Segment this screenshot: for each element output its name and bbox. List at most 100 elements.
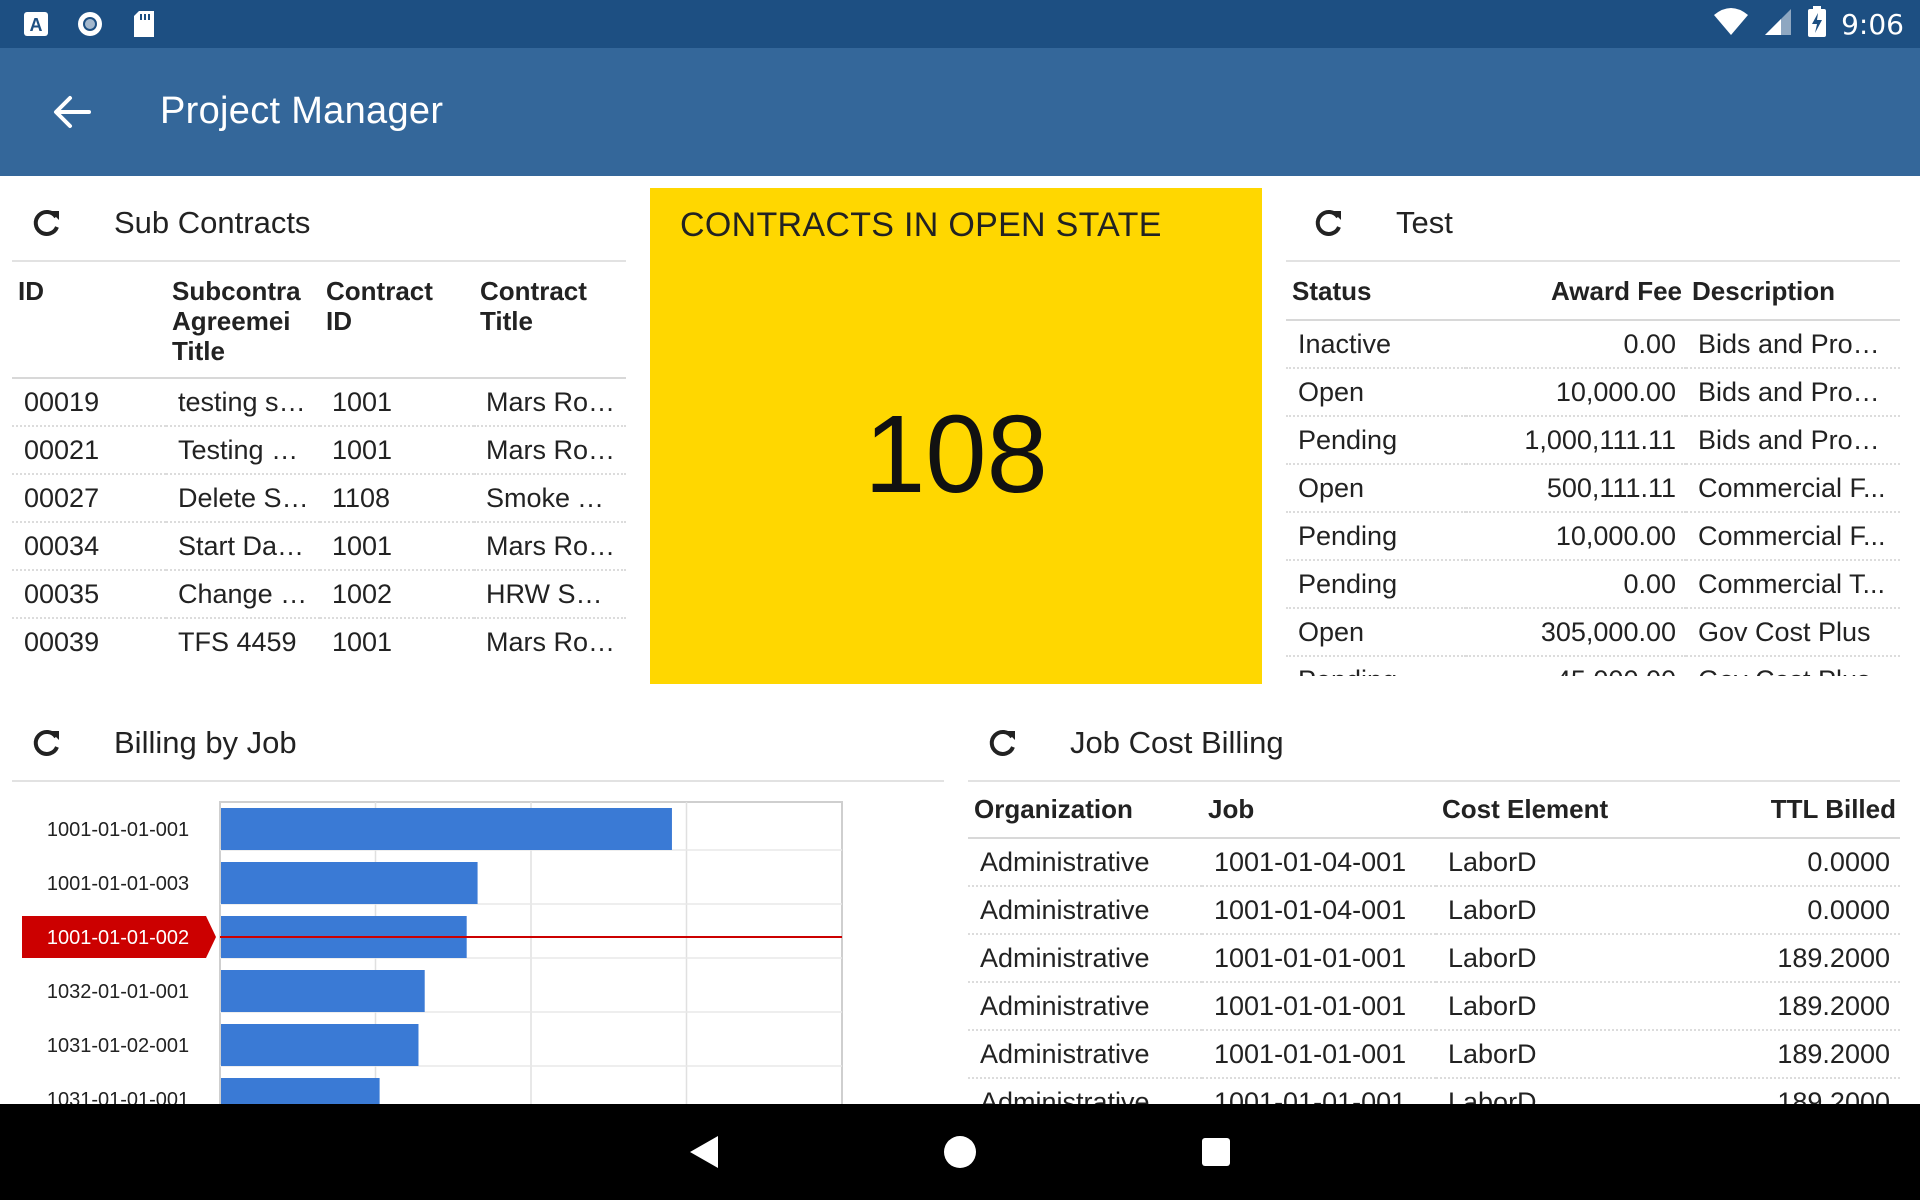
- column-header[interactable]: TTL Billed: [1670, 782, 1900, 838]
- status-bar: A 9:06: [0, 0, 1920, 48]
- table-cell: 00034: [12, 521, 166, 570]
- bar[interactable]: [221, 862, 478, 904]
- test-header: Test: [1282, 185, 1902, 261]
- category-label[interactable]: 1031-01-01-001: [47, 1089, 189, 1104]
- table-row[interactable]: Administrative 1001-01-01-001 LaborD 189.20…: [968, 1029, 1900, 1078]
- navigation-bar: [0, 1104, 1920, 1200]
- table-cell: 10,000.00: [1466, 367, 1686, 416]
- test-table-viewport[interactable]: Status Award Fee Description Inactive 0.00 B…: [1286, 264, 1900, 676]
- table-row[interactable]: 00019 testing su... 1001 Mars Rov...: [12, 377, 626, 426]
- table-row[interactable]: Administrative 1001-01-01-001 LaborD 189.20…: [968, 933, 1900, 982]
- divider: [12, 780, 944, 782]
- table-row[interactable]: Inactive 0.00 Bids and Prop...: [1286, 319, 1900, 368]
- table-cell: Mars Rov...: [474, 425, 626, 474]
- bar[interactable]: [221, 808, 672, 850]
- table-row[interactable]: Administrative 1001-01-01-001 LaborD 189.20…: [968, 981, 1900, 1030]
- table-cell: 1001-01-04-001: [1202, 837, 1436, 886]
- category-label[interactable]: 1001-01-01-003: [47, 873, 189, 895]
- table-row[interactable]: Pending 0.00 Commercial T...: [1286, 559, 1900, 608]
- table-row[interactable]: Administrative 1001-01-01-001 LaborD 189.20…: [968, 1077, 1900, 1104]
- table-cell: 00021: [12, 425, 166, 474]
- table-cell: Commercial F...: [1686, 463, 1900, 512]
- table-cell: 1001-01-01-001: [1202, 933, 1436, 982]
- table-cell: 189.2000: [1670, 1077, 1900, 1104]
- table-row[interactable]: 00034 Start Date... 1001 Mars Rov...: [12, 521, 626, 570]
- table-cell: 1001-01-01-001: [1202, 1029, 1436, 1078]
- bar[interactable]: [221, 1078, 380, 1104]
- table-row[interactable]: Administrative 1001-01-04-001 LaborD 0.0000: [968, 837, 1900, 886]
- table-cell: 1002: [320, 569, 474, 618]
- table-cell: Mars Rov...: [474, 377, 626, 426]
- table-header-row: Status Award Fee Description: [1286, 264, 1900, 320]
- job-cost-billing-title: Job Cost Billing: [1070, 725, 1284, 760]
- column-header[interactable]: Contract Title: [474, 264, 626, 378]
- category-label[interactable]: 1001-01-01-001: [47, 819, 189, 841]
- table-cell: LaborD: [1436, 1029, 1670, 1078]
- column-header[interactable]: Contract ID: [320, 264, 474, 378]
- table-header-row: ID Subcontra Agreemei Title Contract ID Con…: [12, 264, 626, 378]
- sub-contracts-title: Sub Contracts: [114, 205, 311, 240]
- table-row[interactable]: Pending 1,000,111.11 Bids and Prop...: [1286, 415, 1900, 464]
- table-cell: LaborD: [1436, 885, 1670, 934]
- nav-recents-button[interactable]: [1194, 1130, 1238, 1174]
- table-row[interactable]: Administrative 1001-01-04-001 LaborD 0.0000: [968, 885, 1900, 934]
- category-label[interactable]: 1032-01-01-001: [47, 981, 189, 1003]
- table-cell: 1001-01-04-001: [1202, 885, 1436, 934]
- refresh-icon: [33, 729, 59, 756]
- category-label[interactable]: 1031-01-02-001: [47, 1035, 189, 1057]
- table-row[interactable]: Open 500,111.11 Commercial F...: [1286, 463, 1900, 512]
- bar[interactable]: [221, 970, 425, 1012]
- table-cell: Commercial F...: [1686, 511, 1900, 560]
- nav-home-icon: [944, 1136, 976, 1168]
- table-cell: 00019: [12, 377, 166, 426]
- table-row[interactable]: 00035 Change C... 1002 HRW Ser...: [12, 569, 626, 618]
- nav-home-button[interactable]: [938, 1130, 982, 1174]
- sub-contracts-refresh-button[interactable]: [24, 200, 70, 246]
- table-row[interactable]: Open 305,000.00 Gov Cost Plus: [1286, 607, 1900, 656]
- table-cell: Bids and Prop...: [1686, 415, 1900, 464]
- bar[interactable]: [221, 1024, 419, 1066]
- divider: [1286, 260, 1900, 262]
- table-cell: testing su...: [166, 377, 320, 426]
- category-label[interactable]: 1001-01-01-002: [47, 927, 189, 949]
- column-header[interactable]: Subcontra Agreemei Title: [166, 264, 320, 378]
- job-cost-billing-table: Organization Job Cost Element TTL Billed Ad…: [968, 782, 1900, 1104]
- billing-refresh-button[interactable]: [24, 720, 70, 766]
- column-header[interactable]: Description: [1686, 264, 1900, 320]
- table-cell: 00027: [12, 473, 166, 522]
- table-header-row: Organization Job Cost Element TTL Billed: [968, 782, 1900, 838]
- circle-icon: [76, 10, 104, 38]
- table-row[interactable]: 00021 Testing su... 1001 Mars Rov...: [12, 425, 626, 474]
- table-cell: 0.00: [1466, 319, 1686, 368]
- billing-by-job-header: Billing by Job: [0, 705, 944, 781]
- column-header[interactable]: Job: [1202, 782, 1436, 838]
- table-row[interactable]: 00027 Delete Su... 1108 Smoke Te...: [12, 473, 626, 522]
- refresh-icon: [989, 729, 1015, 756]
- back-button[interactable]: [46, 86, 98, 138]
- column-header[interactable]: Award Fee: [1466, 264, 1686, 320]
- table-cell: 0.0000: [1670, 885, 1900, 934]
- nav-back-button[interactable]: [682, 1130, 726, 1174]
- column-header[interactable]: Organization: [968, 782, 1202, 838]
- kpi-value: 108: [864, 392, 1048, 516]
- table-row[interactable]: 00039 TFS 4459 1001 Mars Rov...: [12, 617, 626, 666]
- column-header[interactable]: Cost Element: [1436, 782, 1670, 838]
- table-cell: LaborD: [1436, 837, 1670, 886]
- contracts-open-kpi-tile[interactable]: CONTRACTS IN OPEN STATE 108: [650, 188, 1262, 684]
- table-row[interactable]: Pending 10,000.00 Commercial F...: [1286, 511, 1900, 560]
- column-header[interactable]: Status: [1286, 264, 1466, 320]
- table-cell: Gov Cost Plus: [1686, 607, 1900, 656]
- nav-back-icon: [690, 1136, 718, 1168]
- column-header[interactable]: ID: [12, 264, 166, 378]
- table-cell: HRW Ser...: [474, 569, 626, 618]
- job-cost-table-viewport[interactable]: Organization Job Cost Element TTL Billed Ad…: [968, 782, 1900, 1104]
- table-row[interactable]: Open 10,000.00 Bids and Prop...: [1286, 367, 1900, 416]
- table-cell: 1001: [320, 521, 474, 570]
- billing-by-job-chart[interactable]: 1001-01-01-001 1001-01-01-003 1001-01-01-0…: [12, 790, 912, 1104]
- job-cost-refresh-button[interactable]: [980, 720, 1026, 766]
- billing-by-job-title: Billing by Job: [114, 725, 297, 760]
- table-cell: Administrative: [968, 981, 1202, 1030]
- table-cell: Administrative: [968, 1077, 1202, 1104]
- table-row[interactable]: Pending45,000.00Gov Cost Plus: [1286, 655, 1900, 676]
- test-refresh-button[interactable]: [1306, 200, 1352, 246]
